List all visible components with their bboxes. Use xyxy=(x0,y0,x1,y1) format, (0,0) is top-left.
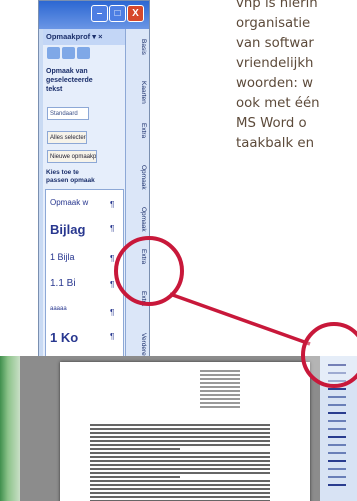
document-text-line xyxy=(90,472,270,474)
document-page xyxy=(60,362,310,501)
document-text-line xyxy=(90,424,270,426)
pane-item-line xyxy=(328,396,346,398)
document-header-line xyxy=(200,370,240,372)
document-header-line xyxy=(200,402,240,404)
left-toolbar xyxy=(0,356,20,501)
document-text-line xyxy=(90,496,270,498)
document-header-line xyxy=(200,398,240,400)
word-window-screenshot xyxy=(0,356,357,501)
pane-item-line xyxy=(328,404,346,406)
document-text-line xyxy=(90,452,270,454)
document-text-line xyxy=(90,492,270,494)
pane-item-line xyxy=(328,468,346,470)
document-text-line xyxy=(90,484,270,486)
pane-item-line xyxy=(328,388,346,390)
pane-item-line xyxy=(328,476,346,478)
pane-item-line xyxy=(328,460,346,462)
pane-item-line xyxy=(328,428,346,430)
pane-item-line xyxy=(328,484,346,486)
pane-item-line xyxy=(328,452,346,454)
document-header-line xyxy=(200,374,240,376)
document-text-line xyxy=(90,468,270,470)
document-text-line xyxy=(90,436,270,438)
document-header-line xyxy=(200,378,240,380)
callout-circle-zoom xyxy=(114,236,184,306)
document-header-line xyxy=(200,390,240,392)
document-area xyxy=(20,356,320,501)
document-text-line xyxy=(90,460,270,462)
document-text-line xyxy=(90,480,270,482)
document-text-line xyxy=(90,428,270,430)
document-header-line xyxy=(200,394,240,396)
document-text-line xyxy=(90,476,180,478)
document-text-line xyxy=(90,448,180,450)
document-text-line xyxy=(90,444,270,446)
document-text-line xyxy=(90,488,270,490)
document-header-line xyxy=(200,382,240,384)
pane-item-line xyxy=(328,436,346,438)
document-text-line xyxy=(90,464,270,466)
document-text-line xyxy=(90,456,270,458)
document-text-line xyxy=(90,440,270,442)
pane-item-line xyxy=(328,420,346,422)
document-header-line xyxy=(200,386,240,388)
document-header-line xyxy=(200,406,240,408)
document-text-line xyxy=(90,432,270,434)
pane-item-line xyxy=(328,412,346,414)
pane-item-line xyxy=(328,444,346,446)
